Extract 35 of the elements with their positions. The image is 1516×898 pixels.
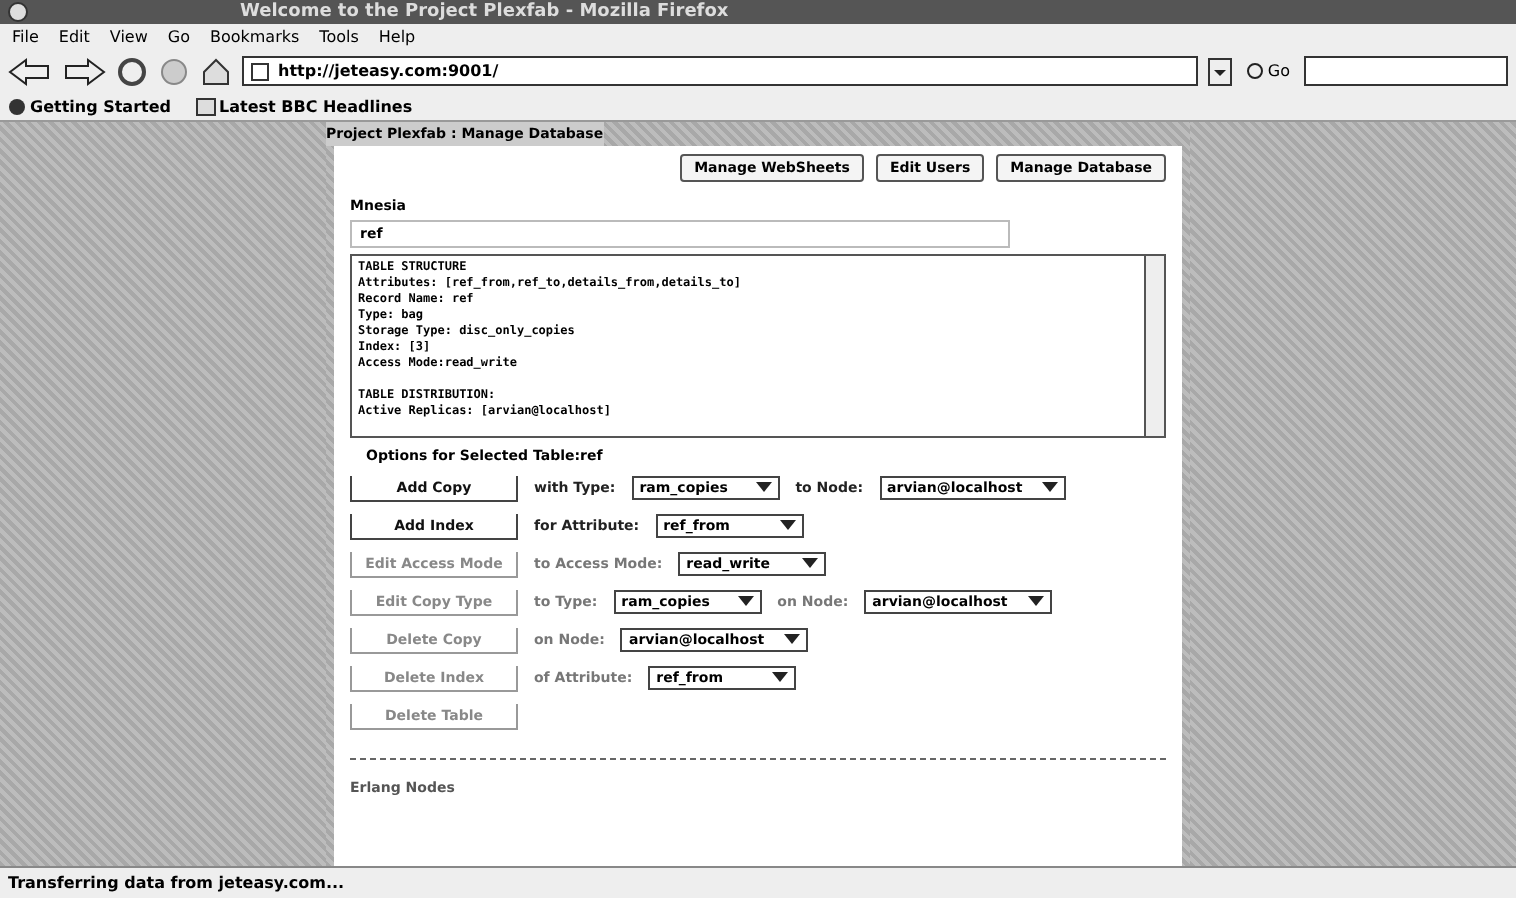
caret-icon bbox=[779, 520, 796, 532]
circle-icon bbox=[1245, 62, 1264, 80]
caret-icon bbox=[737, 596, 754, 608]
forward-arrow-icon[interactable] bbox=[62, 57, 106, 85]
address-field[interactable]: http://jeteasy.com:9001/ bbox=[242, 56, 1198, 86]
go-button[interactable]: Go bbox=[1241, 62, 1294, 80]
status-bar: Transferring data from jeteasy.com... bbox=[0, 866, 1516, 898]
structure-text-area[interactable] bbox=[350, 254, 1166, 438]
bookmark-item[interactable]: Latest BBC Headlines bbox=[195, 98, 413, 116]
stop-icon[interactable] bbox=[158, 55, 190, 87]
search-field[interactable] bbox=[1304, 56, 1508, 86]
menu-item[interactable]: Help bbox=[378, 27, 416, 45]
bookmark-item[interactable]: Getting Started bbox=[8, 98, 171, 116]
dropdown-icon[interactable] bbox=[1207, 57, 1232, 85]
page-icon bbox=[250, 61, 270, 81]
page-icon bbox=[195, 98, 215, 116]
caret-icon bbox=[1042, 482, 1059, 494]
menu-item[interactable]: Bookmarks bbox=[209, 27, 300, 45]
home-icon[interactable] bbox=[200, 55, 232, 87]
caret-icon bbox=[802, 558, 819, 570]
address-text: http://jeteasy.com:9001/ bbox=[278, 62, 499, 80]
menu-item[interactable]: Edit bbox=[58, 27, 90, 45]
menu-item[interactable]: File bbox=[12, 27, 39, 45]
menu-item[interactable]: Go bbox=[167, 27, 190, 45]
caret-icon bbox=[755, 482, 772, 494]
circle-icon bbox=[8, 98, 26, 116]
back-arrow-icon[interactable] bbox=[8, 57, 52, 85]
caret-icon bbox=[1027, 596, 1044, 608]
scrollbar[interactable] bbox=[1144, 256, 1164, 436]
window-title: Welcome to the Project Plexfab - Mozilla Firefox bbox=[238, 2, 729, 22]
caret-icon bbox=[772, 672, 789, 684]
menu-item[interactable]: View bbox=[109, 27, 148, 45]
reload-icon[interactable] bbox=[116, 55, 148, 87]
caret-icon bbox=[784, 634, 801, 646]
menu-item[interactable]: Tools bbox=[319, 27, 359, 45]
